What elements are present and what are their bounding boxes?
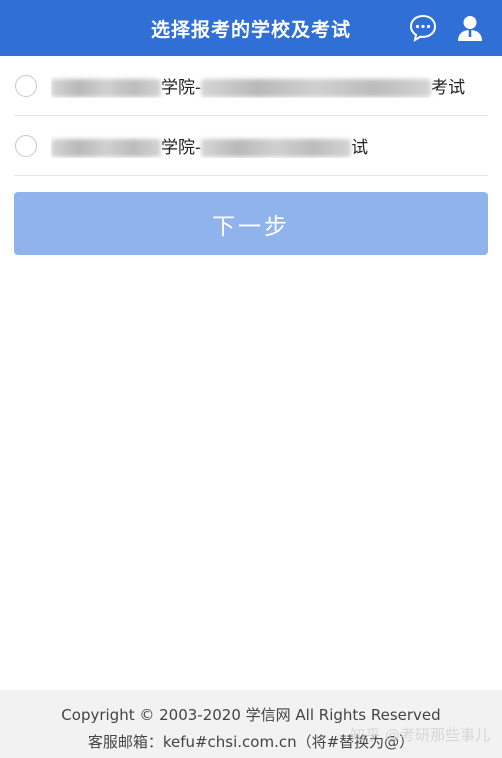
option-text-part: 学院- <box>161 138 202 158</box>
redacted-text <box>51 139 161 157</box>
option-text-part: 学院- <box>161 78 202 98</box>
support-email-text: 客服邮箱：kefu#chsi.com.cn（将#替换为@） <box>87 733 415 751</box>
radio-button[interactable] <box>15 134 37 157</box>
app-header: 选择报考的学校及考试 <box>0 0 502 56</box>
option-text-part: 考试 <box>431 78 466 98</box>
school-exam-option[interactable]: 学院- 试 <box>14 116 488 176</box>
redacted-text <box>51 79 161 97</box>
option-label: 学院- 考试 <box>51 73 471 98</box>
chat-bubble-icon[interactable] <box>408 13 438 43</box>
page-title: 选择报考的学校及考试 <box>150 18 351 41</box>
copyright-text: Copyright © 2003-2020 学信网 All Rights Res… <box>61 706 441 724</box>
radio-button[interactable] <box>15 74 37 97</box>
redacted-text <box>201 139 352 157</box>
page-footer: Copyright © 2003-2020 学信网 All Rights Res… <box>0 690 502 758</box>
school-exam-option[interactable]: 学院- 考试 <box>14 56 488 116</box>
option-label: 学院- 试 <box>51 133 471 158</box>
option-text-part: 试 <box>351 138 369 158</box>
next-step-button[interactable]: 下一步 <box>14 192 488 255</box>
school-exam-option-list: 学院- 考试 学院- 试 <box>14 56 488 176</box>
user-icon[interactable] <box>455 13 485 43</box>
redacted-text <box>201 79 432 97</box>
